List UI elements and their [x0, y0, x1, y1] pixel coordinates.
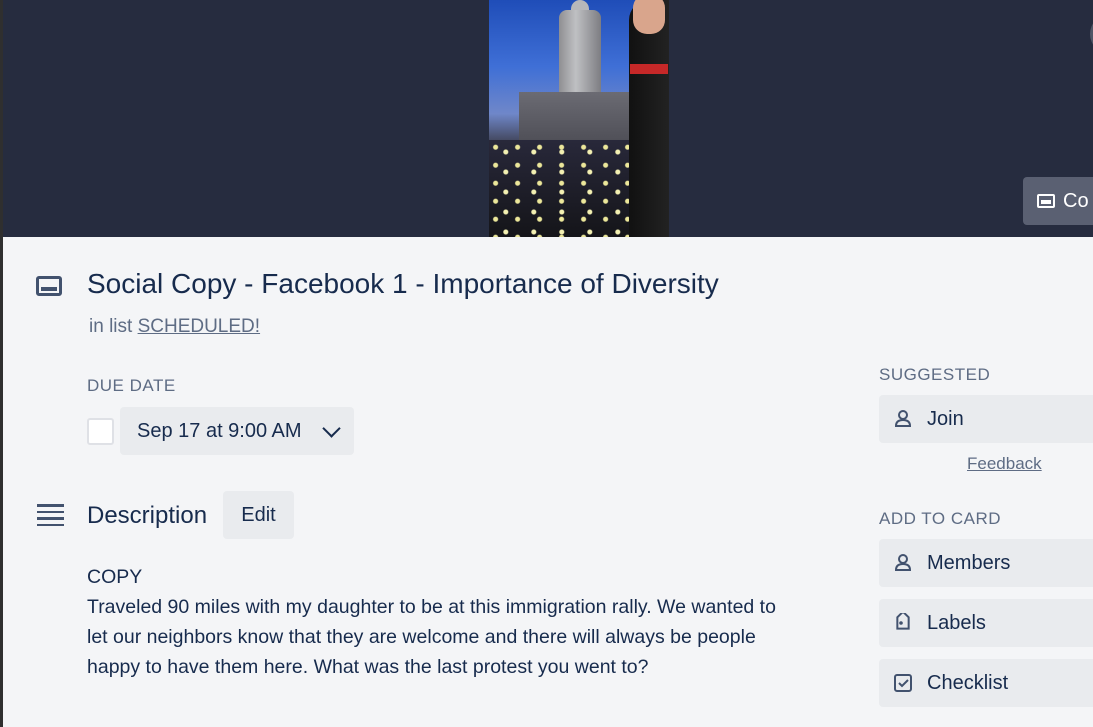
members-label: Members [927, 551, 1011, 574]
checklist-button[interactable]: Checklist [879, 659, 1093, 707]
chevron-down-icon [322, 419, 341, 438]
tag-icon [896, 613, 910, 630]
person-icon [894, 410, 912, 427]
description-line: happy to have them here. What was the la… [87, 656, 649, 678]
description-text[interactable]: COPY Traveled 90 miles with my daughter … [87, 562, 847, 682]
add-to-card-label: ADD TO CARD [879, 509, 1002, 528]
description-line: COPY [87, 566, 143, 588]
cover-button-label: Co [1063, 189, 1089, 212]
due-date-label: DUE DATE [87, 376, 176, 395]
cover-image [489, 0, 669, 237]
cover-icon [1037, 194, 1055, 208]
labels-button[interactable]: Labels [879, 599, 1093, 647]
list-link[interactable]: SCHEDULED! [138, 316, 260, 337]
person-icon [894, 554, 912, 571]
list-info: in list SCHEDULED! [89, 316, 260, 338]
join-button[interactable]: Join [879, 395, 1093, 443]
cover-button[interactable]: Co [1023, 177, 1093, 225]
description-icon [37, 504, 64, 526]
join-label: Join [927, 407, 964, 430]
due-date-value: Sep 17 at 9:00 AM [137, 419, 302, 442]
edit-description-button[interactable]: Edit [223, 491, 294, 539]
checkbox-icon [894, 674, 912, 692]
card-cover [3, 0, 1093, 237]
suggested-label: SUGGESTED [879, 365, 991, 384]
due-date-checkbox[interactable] [87, 418, 114, 445]
description-line: Traveled 90 miles with my daughter to be… [87, 596, 776, 618]
members-button[interactable]: Members [879, 539, 1093, 587]
description-heading: Description [87, 502, 208, 529]
description-line: let our neighbors know that they are wel… [87, 626, 756, 648]
card-icon [36, 276, 62, 296]
list-prefix: in list [89, 316, 133, 337]
checklist-label: Checklist [927, 671, 1009, 694]
due-date-button[interactable]: Sep 17 at 9:00 AM [120, 407, 354, 455]
card-title[interactable]: Social Copy - Facebook 1 - Importance of… [87, 268, 719, 300]
labels-label: Labels [927, 611, 986, 634]
feedback-link[interactable]: Feedback [967, 454, 1042, 474]
